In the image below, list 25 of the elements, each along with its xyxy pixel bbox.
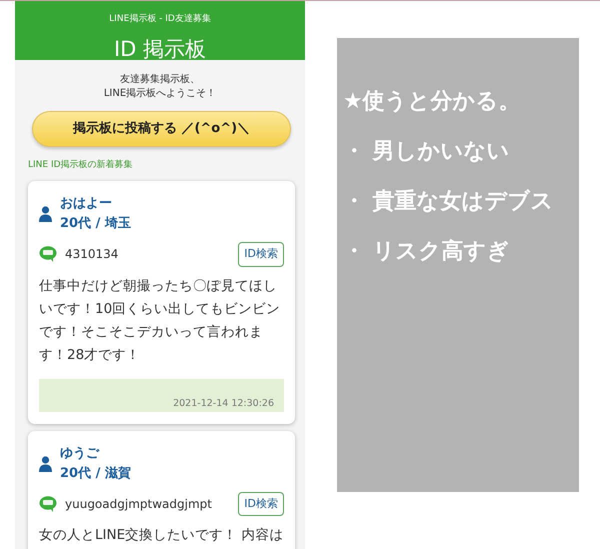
poster-name: おはよー	[60, 195, 112, 213]
site-title: ID 掲示板	[114, 36, 206, 63]
poster-profile: 20代 / 滋賀	[60, 464, 131, 482]
welcome-text: LINE掲示板へようこそ！	[104, 87, 216, 101]
post-message: 仕事中だけど朝撮ったち〇ぽ見てほしいです！10回くらい出してもビンビンです！そこそこデカいって言われます！28才です！	[39, 276, 282, 364]
site-subtitle: LINE掲示板 - ID友達募集	[109, 13, 211, 26]
note-item: ・ リスク高すぎ	[343, 238, 510, 266]
note-heading: ★使うと分かる。	[343, 88, 521, 116]
welcome-text: 友達募集掲示板、	[120, 73, 200, 87]
chat-bubble-icon	[39, 246, 57, 262]
id-search-button[interactable]: ID検索	[238, 242, 284, 266]
post-button[interactable]: 掲示板に投稿する ／(^o^)＼	[32, 111, 291, 147]
line-id-text: 4310134	[65, 246, 120, 264]
chat-bubble-icon	[39, 496, 57, 512]
line-id-text: yuugoadgjmptwadgjmpt	[65, 496, 213, 513]
id-search-button[interactable]: ID検索	[238, 492, 284, 516]
note-item: ・ 男しかいない	[343, 138, 510, 166]
post-message: 女の人とLINE交換したいです！ 内容は	[39, 526, 284, 545]
poster-name: ゆうご	[60, 444, 99, 462]
post-date: 2021-12-14 12:30:26	[173, 398, 274, 408]
person-icon	[39, 206, 52, 222]
section-title: LINE ID掲示板の新着募集	[28, 159, 133, 172]
person-icon	[39, 456, 52, 472]
poster-profile: 20代 / 埼玉	[60, 215, 131, 233]
note-item: ・ 貴重な女はデブス	[343, 188, 554, 216]
